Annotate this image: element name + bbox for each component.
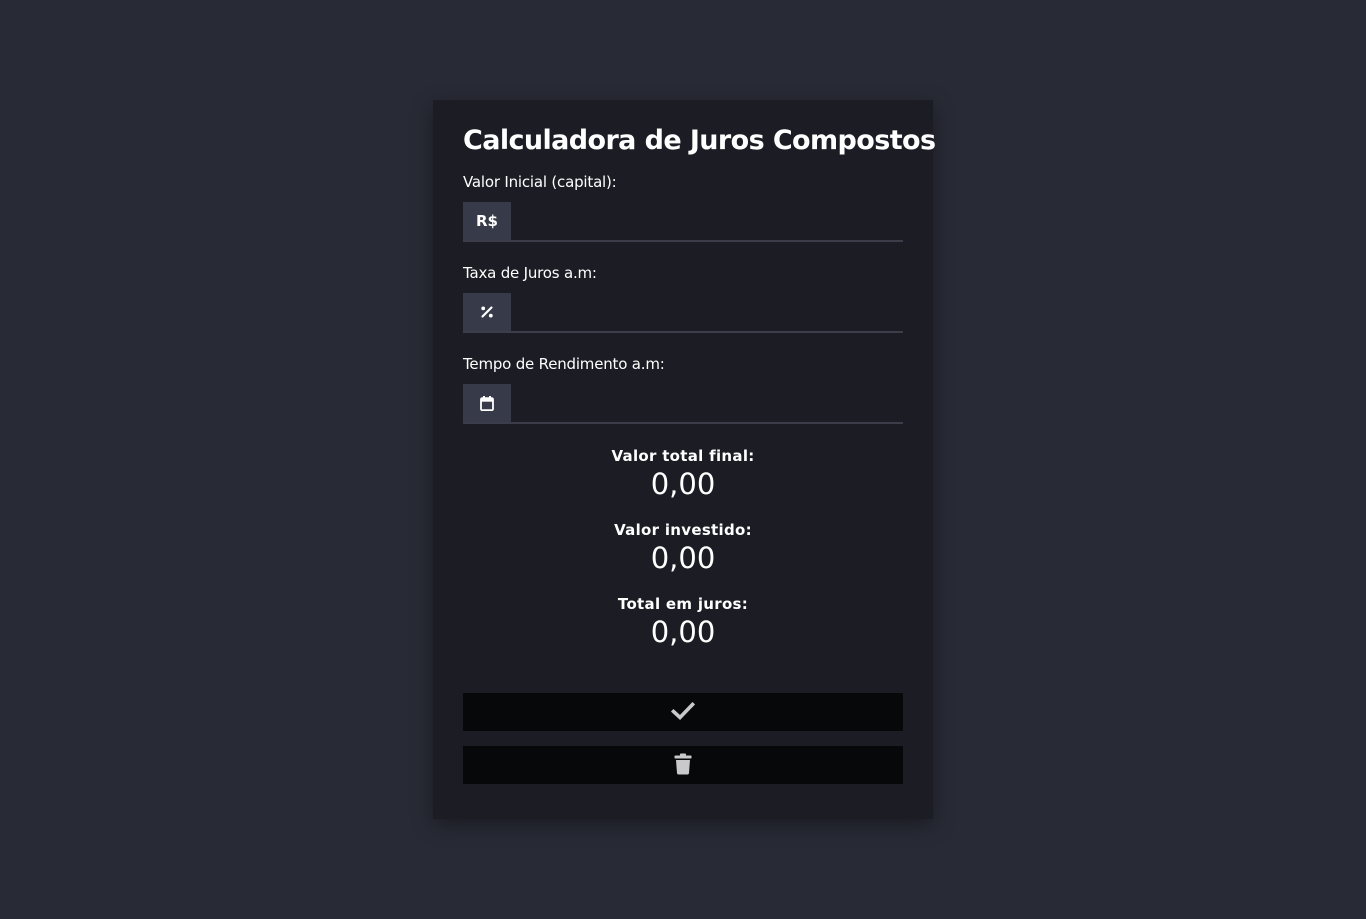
currency-addon: R$ (463, 202, 511, 240)
interest-total-label: Total em juros: (617, 595, 749, 613)
calendar-icon (463, 384, 511, 422)
rate-input[interactable] (511, 293, 903, 331)
capital-label: Valor Inicial (capital): (463, 173, 617, 191)
time-field: Tempo de Rendimento a.m: (463, 354, 903, 424)
time-input[interactable] (511, 384, 903, 422)
capital-input[interactable] (511, 202, 903, 240)
calculator-card: Calculadora de Juros Compostos Valor Ini… (433, 100, 936, 819)
capital-input-group: R$ (463, 202, 903, 242)
page-title: Calculadora de Juros Compostos (463, 125, 936, 156)
trash-icon (674, 753, 692, 778)
results-section: Valor total final: 0,00 Valor investido:… (463, 446, 903, 650)
time-input-group (463, 384, 903, 424)
capital-field: Valor Inicial (capital): R$ (463, 172, 903, 242)
check-icon (670, 701, 696, 723)
final-total-value: 0,00 (650, 467, 716, 501)
invested-value: 0,00 (650, 541, 716, 575)
invested-label: Valor investido: (614, 521, 752, 539)
final-total-label: Valor total final: (611, 447, 755, 465)
time-label: Tempo de Rendimento a.m: (463, 355, 665, 373)
calculate-button[interactable] (463, 693, 903, 731)
percent-icon (463, 293, 511, 331)
rate-label: Taxa de Juros a.m: (463, 264, 597, 282)
clear-button[interactable] (463, 746, 903, 784)
rate-field: Taxa de Juros a.m: (463, 263, 903, 333)
rate-input-group (463, 293, 903, 333)
interest-total-value: 0,00 (650, 615, 716, 649)
